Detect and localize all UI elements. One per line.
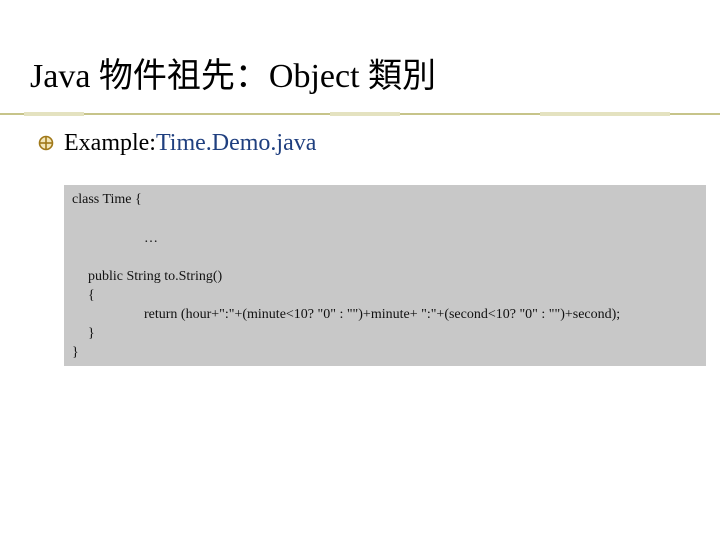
code-line: return (hour+":"+(minute<10? "0" : "")+m… <box>144 307 621 322</box>
circle-cross-bullet-icon <box>38 135 54 151</box>
example-label: Example: <box>64 130 156 156</box>
slide-title: Java 物件祖先：Object 類別 <box>30 58 437 95</box>
example-filename: Time.Demo.java <box>155 130 317 156</box>
code-line: } <box>72 345 79 360</box>
code-line: class Time { <box>72 192 142 207</box>
code-line: public String to.String() <box>88 269 223 284</box>
title-underline <box>0 109 720 119</box>
code-block: class Time { … public String to.String()… <box>64 185 706 366</box>
example-bullet: Example: Time.Demo.java <box>38 126 316 160</box>
code-line: } <box>88 326 95 341</box>
code-line: { <box>88 288 95 303</box>
code-line: … <box>144 231 158 246</box>
